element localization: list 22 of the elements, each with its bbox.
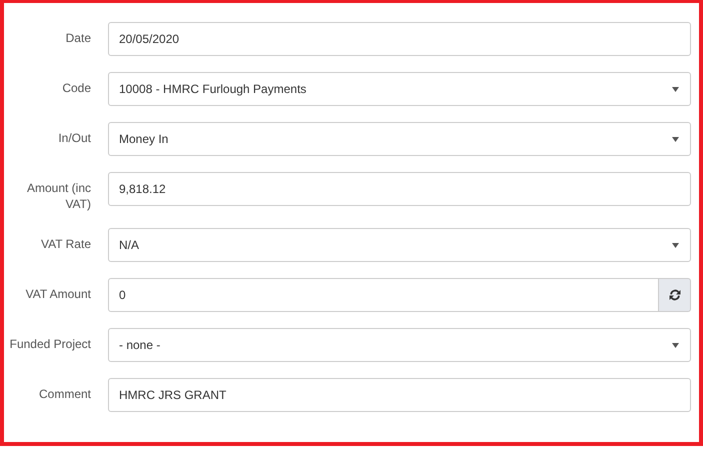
dropdown[interactable]: N/A: [108, 228, 691, 262]
caret-icon: [672, 342, 679, 348]
caret-icon: [672, 242, 679, 248]
caret-icon: [672, 86, 679, 92]
caret-icon: [672, 136, 679, 142]
field-label: Amount (inc VAT): [26, 180, 91, 212]
dropdown[interactable]: 10008 - HMRC Furlough Payments: [108, 72, 691, 106]
field-label: Date: [64, 30, 91, 46]
input-field[interactable]: HMRC JRS GRANT: [108, 378, 691, 412]
field-label: Comment: [38, 386, 91, 402]
refresh-button[interactable]: [659, 278, 691, 312]
input-field[interactable]: 0: [108, 278, 659, 312]
input-field[interactable]: 9,818.12: [108, 172, 691, 206]
dropdown[interactable]: Money In: [108, 122, 691, 156]
field-label: In/Out: [57, 130, 91, 146]
dropdown[interactable]: - none -: [108, 328, 691, 362]
field-label: Code: [61, 80, 91, 96]
field-label: VAT Amount: [24, 286, 91, 302]
field-label: VAT Rate: [40, 236, 91, 252]
field-label: Funded Project: [8, 336, 91, 352]
refresh-icon: [668, 288, 682, 302]
input-field[interactable]: 20/05/2020: [108, 22, 691, 56]
